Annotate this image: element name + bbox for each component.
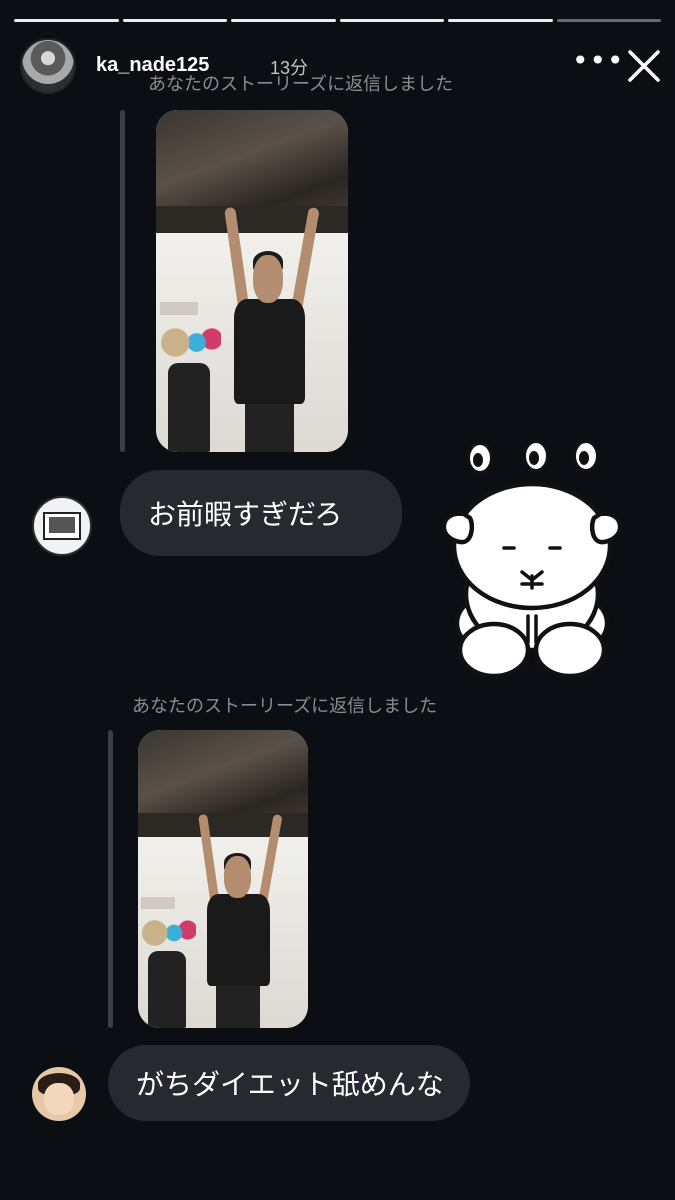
reply-note: あなたのストーリーズに返信しました [148, 74, 454, 95]
progress-segment [14, 19, 119, 22]
story-preview[interactable] [156, 110, 348, 452]
sender-avatar[interactable] [32, 496, 92, 556]
dog-sticker[interactable] [432, 436, 632, 686]
progress-segment [231, 19, 336, 22]
reply-note: あなたのストーリーズに返信しました [132, 696, 438, 717]
story-progress-bar [14, 19, 661, 23]
story-preview[interactable] [138, 730, 308, 1028]
message-bubble[interactable]: お前暇すぎだろ [120, 470, 402, 556]
close-icon[interactable] [626, 48, 662, 84]
progress-segment [448, 19, 553, 22]
progress-segment [122, 19, 227, 22]
quote-bar [120, 110, 125, 452]
progress-segment [339, 19, 444, 22]
progress-segment [556, 19, 661, 22]
more-options-button[interactable]: ••• [572, 47, 625, 75]
sender-avatar[interactable] [32, 1067, 86, 1121]
message-bubble[interactable]: がちダイエット舐めんな [108, 1045, 470, 1121]
quote-bar [108, 730, 113, 1028]
profile-avatar[interactable] [20, 38, 76, 94]
